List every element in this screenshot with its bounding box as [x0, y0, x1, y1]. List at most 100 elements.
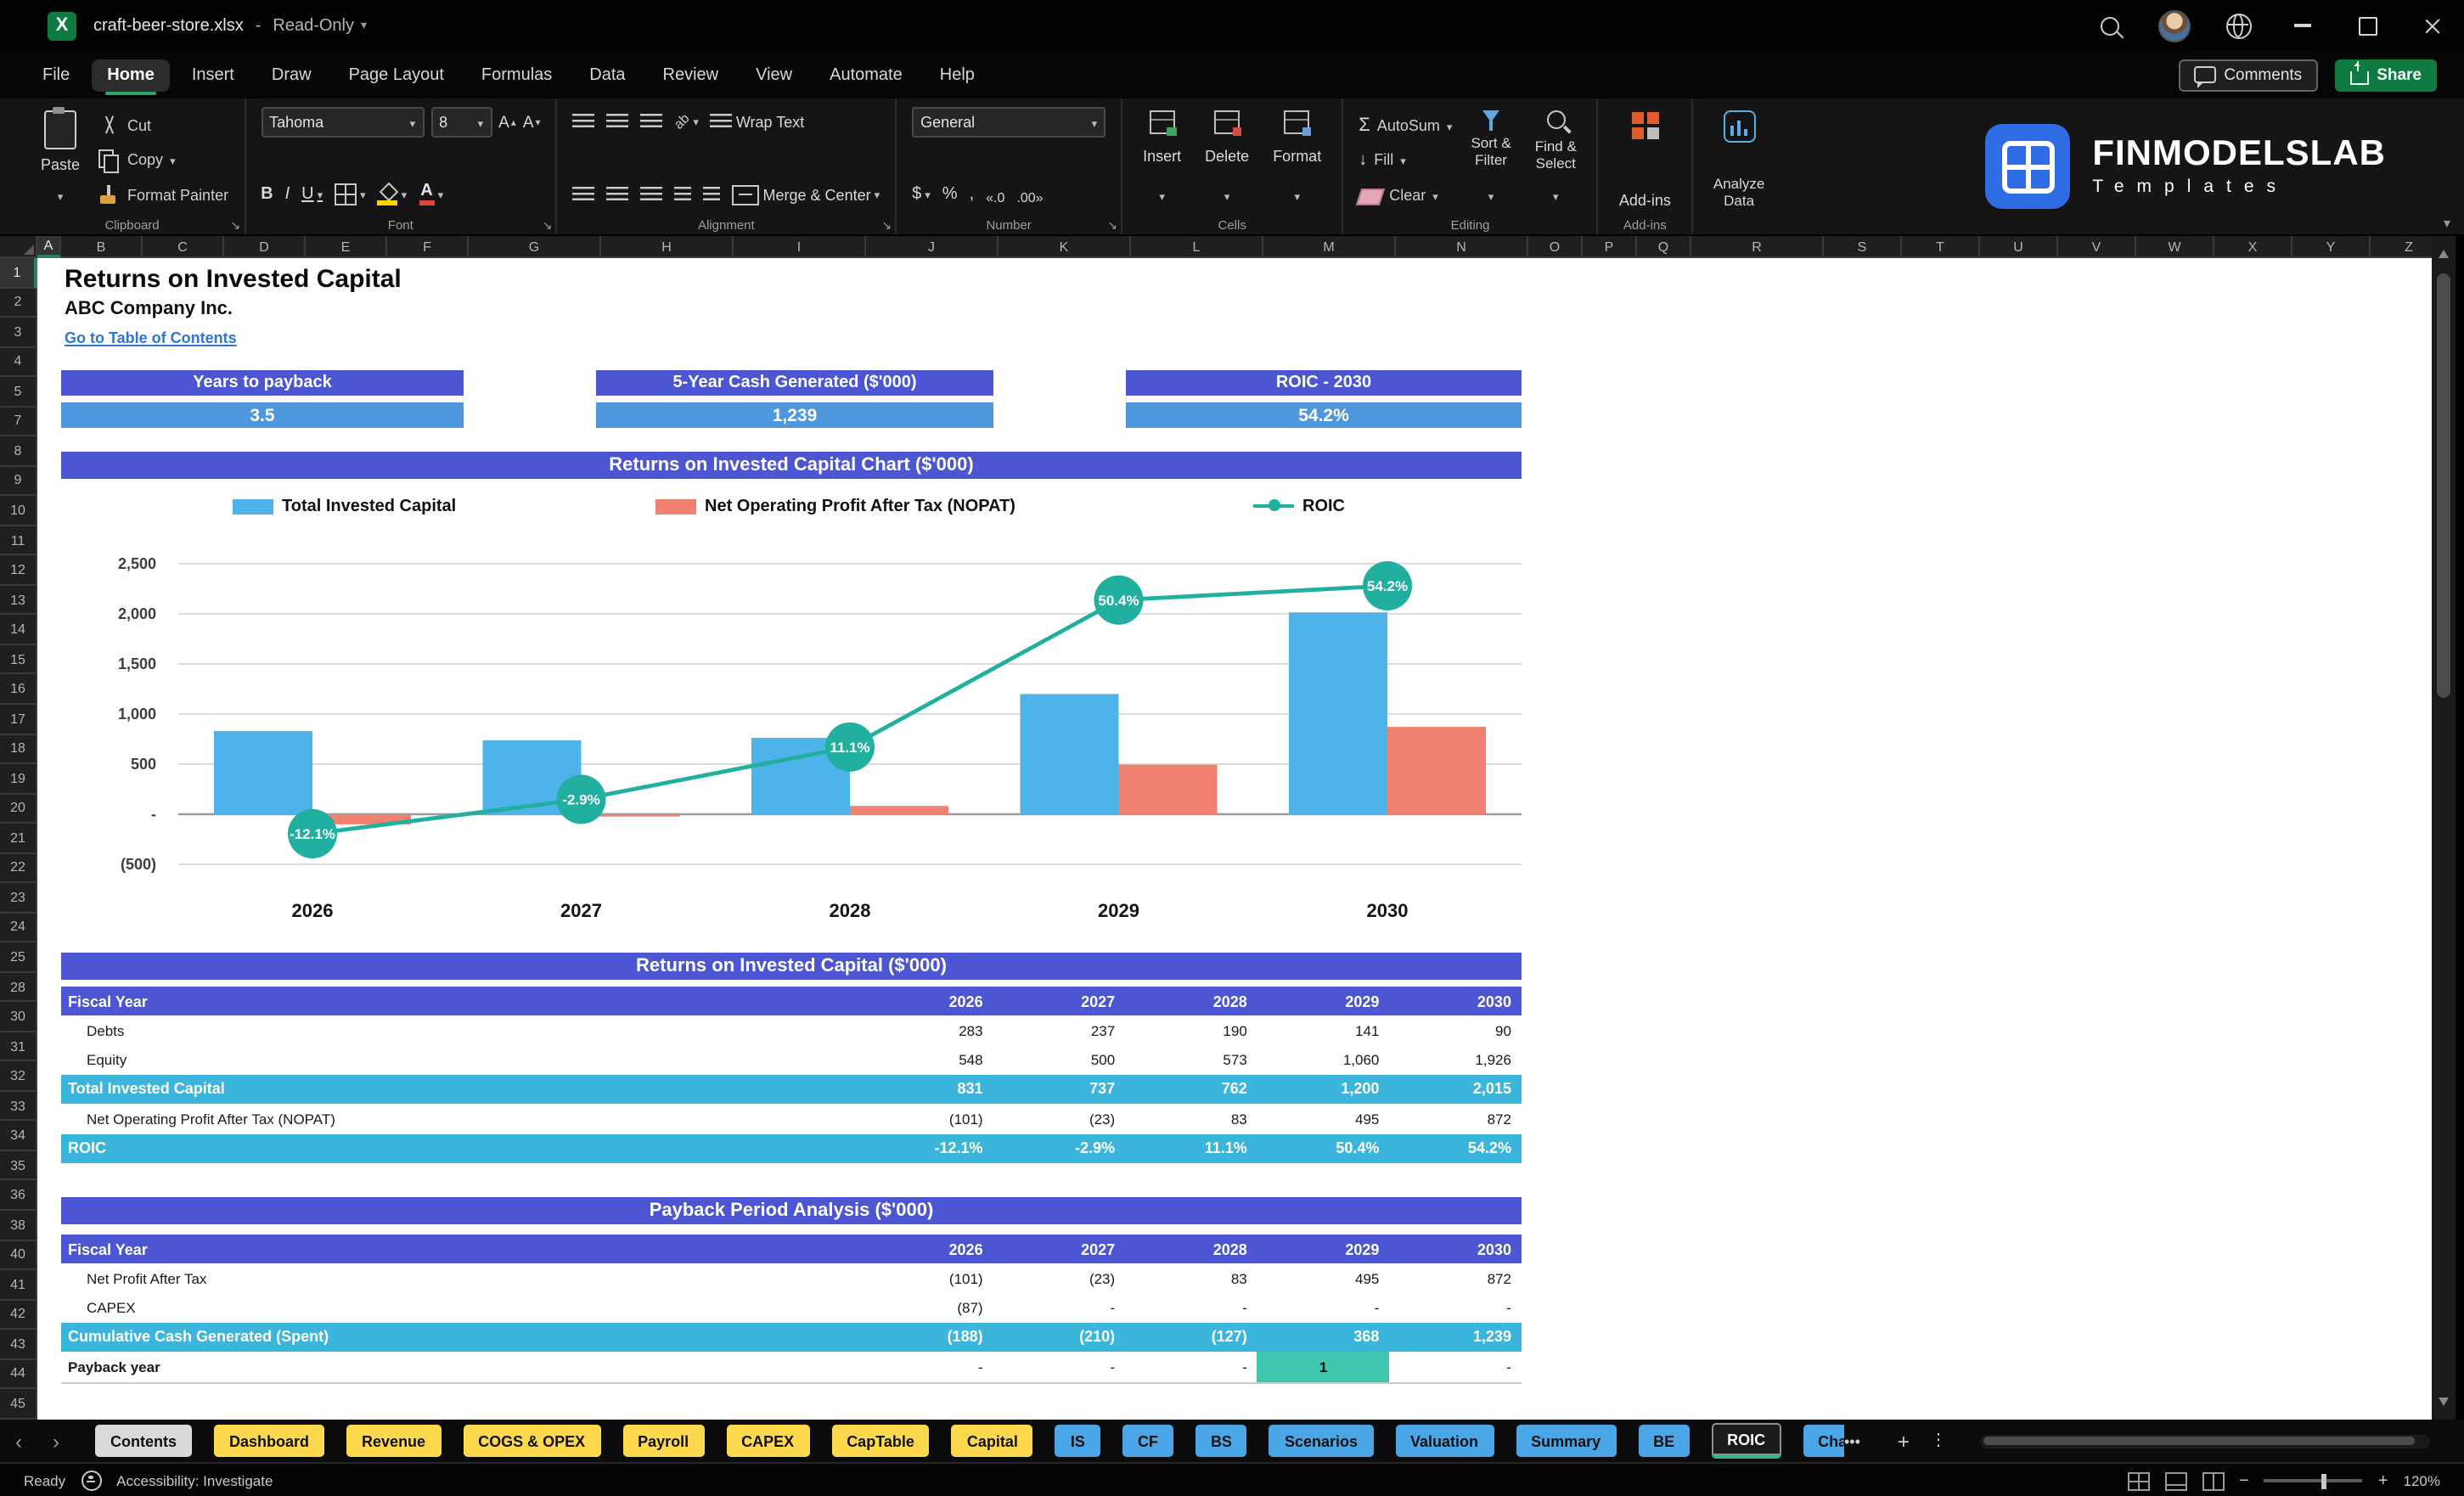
column-header-T[interactable]: T — [1902, 236, 1980, 258]
sheet-tab-is[interactable]: IS — [1055, 1425, 1100, 1457]
year-header-cell[interactable]: 2030 — [1389, 1234, 1522, 1263]
scroll-up-icon[interactable] — [2439, 250, 2449, 258]
year-header-cell[interactable]: 2029 — [1257, 987, 1390, 1015]
align-top-button[interactable] — [572, 113, 595, 130]
underline-button[interactable]: U — [301, 185, 323, 204]
row-header-41[interactable]: 41 — [0, 1270, 37, 1301]
borders-button[interactable] — [335, 183, 366, 205]
row-header-30[interactable]: 30 — [0, 1002, 37, 1032]
sheet-tab-summary[interactable]: Summary — [1516, 1425, 1617, 1457]
sheet-tab-payroll[interactable]: Payroll — [622, 1425, 705, 1457]
value-cell[interactable]: 1,926 — [1389, 1045, 1522, 1075]
value-cell[interactable]: (127) — [1125, 1323, 1257, 1353]
column-header-A[interactable]: A — [37, 236, 61, 258]
row-header-7[interactable]: 7 — [0, 407, 37, 437]
value-cell[interactable]: 90 — [1389, 1015, 1522, 1045]
column-header-C[interactable]: C — [143, 236, 224, 258]
new-sheet-button[interactable]: + — [1898, 1429, 1910, 1453]
value-cell[interactable]: 872 — [1389, 1104, 1522, 1133]
row-label-cell[interactable]: Cumulative Cash Generated (Spent) — [61, 1323, 861, 1353]
row-header-3[interactable]: 3 — [0, 318, 37, 348]
zoom-slider-thumb[interactable] — [2321, 1473, 2327, 1489]
font-color-button[interactable]: A — [419, 183, 443, 205]
column-header-W[interactable]: W — [2136, 236, 2214, 258]
year-header-cell[interactable]: 2026 — [861, 987, 993, 1015]
sheet-tab-charts[interactable]: Charts — [1803, 1425, 1844, 1457]
sheet-tab-scenarios[interactable]: Scenarios — [1269, 1425, 1374, 1457]
value-cell[interactable]: (188) — [861, 1323, 993, 1353]
tabs-scroll-right-icon[interactable]: › — [37, 1429, 75, 1453]
number-format-select[interactable]: General — [912, 107, 1106, 138]
align-right-button[interactable] — [640, 186, 663, 203]
comma-format-button[interactable]: , — [970, 185, 975, 204]
search-button[interactable] — [2077, 0, 2141, 51]
value-cell[interactable]: - — [1389, 1293, 1522, 1323]
dialog-launcher-icon[interactable] — [230, 219, 240, 233]
row-header-21[interactable]: 21 — [0, 824, 37, 854]
row-header-9[interactable]: 9 — [0, 466, 37, 497]
row-header-20[interactable]: 20 — [0, 794, 37, 824]
value-cell[interactable]: - — [993, 1293, 1126, 1323]
copy-button[interactable]: Copy — [98, 145, 228, 174]
row-header-33[interactable]: 33 — [0, 1091, 37, 1122]
value-cell[interactable]: 872 — [1389, 1263, 1522, 1293]
column-header-V[interactable]: V — [2058, 236, 2136, 258]
align-center-button[interactable] — [606, 186, 629, 203]
row-header-12[interactable]: 12 — [0, 555, 37, 586]
zoom-in-button[interactable] — [2378, 1471, 2388, 1490]
row-header-1[interactable]: 1 — [0, 258, 37, 289]
sheet-tab-capital[interactable]: Capital — [951, 1425, 1033, 1457]
select-all-corner[interactable] — [0, 236, 37, 258]
row-header-36[interactable]: 36 — [0, 1180, 37, 1211]
row-header-23[interactable]: 23 — [0, 883, 37, 914]
currency-format-button[interactable]: $ — [912, 185, 931, 204]
ribbon-tab-automate[interactable]: Automate — [814, 59, 918, 91]
delete-cells-button[interactable]: Delete — [1200, 107, 1254, 212]
column-header-Q[interactable]: Q — [1637, 236, 1691, 258]
ribbon-tab-review[interactable]: Review — [648, 59, 734, 91]
row-header-43[interactable]: 43 — [0, 1330, 37, 1360]
value-cell[interactable]: 2,015 — [1389, 1075, 1522, 1105]
value-cell[interactable]: - — [1125, 1352, 1257, 1381]
sheet-tab-revenue[interactable]: Revenue — [346, 1425, 442, 1457]
ribbon-tab-file[interactable]: File — [27, 59, 85, 91]
vertical-scroll-thumb[interactable] — [2437, 273, 2450, 698]
sheet-tab-valuation[interactable]: Valuation — [1395, 1425, 1494, 1457]
share-button[interactable]: Share — [2334, 59, 2437, 91]
row-header-28[interactable]: 28 — [0, 972, 37, 1003]
web-button[interactable] — [2206, 0, 2270, 51]
row-header-32[interactable]: 32 — [0, 1061, 37, 1092]
column-header-S[interactable]: S — [1824, 236, 1902, 258]
ribbon-tab-formulas[interactable]: Formulas — [466, 59, 567, 91]
row-header-31[interactable]: 31 — [0, 1032, 37, 1062]
year-header-cell[interactable]: 2029 — [1257, 1234, 1390, 1263]
dialog-launcher-icon[interactable] — [881, 219, 892, 233]
value-cell[interactable]: (23) — [993, 1104, 1126, 1133]
column-header-N[interactable]: N — [1396, 236, 1528, 258]
row-header-40[interactable]: 40 — [0, 1240, 37, 1271]
find-select-button[interactable]: Find & Select — [1530, 107, 1582, 212]
row-label-cell[interactable]: CAPEX — [61, 1293, 861, 1323]
value-cell[interactable]: (210) — [993, 1323, 1126, 1353]
value-cell[interactable]: -2.9% — [993, 1133, 1126, 1163]
value-cell[interactable]: 54.2% — [1389, 1133, 1522, 1163]
column-header-G[interactable]: G — [469, 236, 601, 258]
bold-button[interactable]: B — [261, 185, 273, 204]
column-header-B[interactable]: B — [61, 236, 143, 258]
row-header-11[interactable]: 11 — [0, 526, 37, 556]
ribbon-tab-view[interactable]: View — [740, 59, 807, 91]
sheet-tab-bs[interactable]: BS — [1195, 1425, 1247, 1457]
value-cell[interactable]: 141 — [1257, 1015, 1390, 1045]
value-cell[interactable]: 190 — [1125, 1015, 1257, 1045]
year-header-cell[interactable]: 2028 — [1125, 987, 1257, 1015]
ribbon-tab-insert[interactable]: Insert — [177, 59, 250, 91]
value-cell[interactable]: (101) — [861, 1104, 993, 1133]
value-cell[interactable]: -12.1% — [861, 1133, 993, 1163]
increase-decimal-button[interactable] — [986, 179, 1004, 210]
row-label-cell[interactable]: Debts — [61, 1015, 861, 1045]
column-header-D[interactable]: D — [224, 236, 306, 258]
zoom-slider[interactable] — [2264, 1473, 2363, 1489]
value-cell[interactable]: 831 — [861, 1075, 993, 1105]
value-cell[interactable]: 50.4% — [1257, 1133, 1390, 1163]
column-header-E[interactable]: E — [306, 236, 387, 258]
